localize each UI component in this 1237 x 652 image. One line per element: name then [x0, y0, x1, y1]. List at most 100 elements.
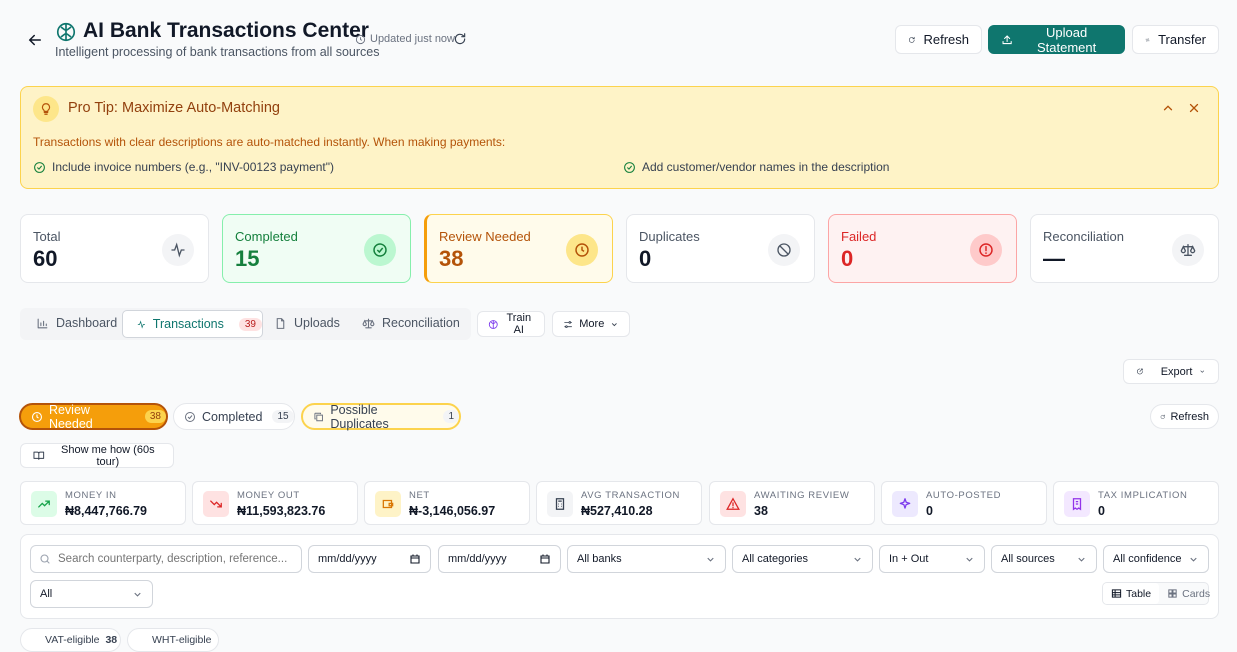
search-field — [30, 545, 302, 573]
metric-auto-posted: Auto-Posted 0 — [881, 481, 1047, 525]
categories-select[interactable]: All categories — [732, 545, 873, 573]
chevron-down-icon — [134, 592, 141, 597]
metric-net: Net ₦-3,146,056.97 — [364, 481, 530, 525]
view-table-button[interactable]: Table — [1103, 583, 1160, 604]
export-button[interactable]: Export — [1123, 359, 1219, 384]
status-select[interactable]: All — [30, 580, 153, 608]
stat-card-review-needed[interactable]: Review Needed 38 — [424, 214, 613, 283]
chip-wht-eligible[interactable]: WHT-eligible — [127, 628, 219, 652]
wallet-icon — [375, 491, 401, 517]
close-tip-button[interactable] — [1187, 101, 1201, 115]
transfer-button[interactable]: Transfer — [1132, 25, 1219, 54]
refresh-icon-button[interactable] — [453, 32, 467, 46]
tip-body: Transactions with clear descriptions are… — [33, 135, 506, 149]
stat-card-completed[interactable]: Completed 15 — [222, 214, 411, 283]
metric-awaiting-review: Awaiting Review 38 — [709, 481, 875, 525]
lightbulb-icon — [33, 96, 59, 122]
chevron-down-icon — [707, 557, 714, 562]
stat-card-total[interactable]: Total 60 — [20, 214, 209, 283]
tour-button[interactable]: Show me how (60s tour) — [20, 443, 174, 468]
train-ai-button[interactable]: Train AI — [477, 311, 545, 337]
search-input[interactable] — [58, 553, 288, 565]
upload-icon — [1002, 34, 1012, 44]
receipt-icon — [1064, 491, 1090, 517]
upload-statement-button[interactable]: Upload Statement — [988, 25, 1125, 55]
date-from-input[interactable]: mm/dd/yyyy — [308, 545, 431, 573]
filters-refresh-button[interactable]: Refresh — [1150, 404, 1219, 429]
close-icon — [1189, 103, 1199, 113]
updated-label: Updated just now — [370, 33, 455, 45]
filter-completed[interactable]: Completed 15 — [173, 403, 295, 430]
tab-uploads[interactable]: Uploads — [274, 316, 340, 330]
sliders-icon — [564, 320, 572, 328]
grid-icon — [1168, 589, 1177, 598]
refresh-icon — [1160, 414, 1165, 419]
scale-icon — [362, 318, 375, 328]
metric-money-out: Money Out ₦11,593,823.76 — [192, 481, 358, 525]
tab-transactions[interactable]: Transactions 39 — [122, 310, 263, 338]
arrow-left-icon — [28, 34, 41, 46]
collapse-tip-button[interactable] — [1161, 101, 1175, 115]
clock-icon — [566, 234, 598, 266]
alert-triangle-icon — [720, 491, 746, 517]
more-menu-button[interactable]: More — [552, 311, 630, 337]
chevron-up-icon — [1163, 105, 1173, 111]
tab-dashboard[interactable]: Dashboard — [36, 316, 117, 330]
back-button[interactable] — [26, 31, 44, 49]
trending-up-icon — [31, 491, 57, 517]
chevron-down-icon — [854, 557, 861, 562]
date-to-input[interactable]: mm/dd/yyyy — [438, 545, 561, 573]
chevron-down-icon — [1200, 370, 1205, 373]
book-open-icon — [33, 451, 45, 460]
calendar-icon — [410, 554, 420, 564]
export-icon — [1136, 368, 1143, 375]
check-circle-icon — [34, 161, 45, 173]
banks-select[interactable]: All banks — [567, 545, 726, 573]
stat-card-failed[interactable]: Failed 0 — [828, 214, 1017, 283]
calculator-icon — [547, 491, 573, 517]
chip-vat-eligible[interactable]: VAT-eligible 38 — [20, 628, 121, 652]
review-count-badge: 38 — [144, 410, 166, 423]
calendar-icon — [540, 554, 550, 564]
page-title: AI Bank Transactions Center — [83, 19, 369, 42]
table-icon — [1111, 589, 1122, 598]
completed-count-badge: 15 — [272, 410, 294, 423]
updated-status: Updated just now — [355, 33, 455, 45]
sources-select[interactable]: All sources — [991, 545, 1097, 573]
stat-card-duplicates[interactable]: Duplicates 0 — [626, 214, 815, 283]
tip-title: Pro Tip: Maximize Auto-Matching — [68, 100, 280, 116]
chevron-down-icon — [966, 557, 973, 562]
refresh-icon — [908, 36, 915, 43]
confidence-select[interactable]: All confidence — [1103, 545, 1209, 573]
refresh-button[interactable]: Refresh — [895, 25, 982, 54]
brain-icon — [55, 21, 77, 43]
transactions-count-badge: 39 — [238, 317, 262, 331]
tip-item-1: Include invoice numbers (e.g., "INV-0012… — [33, 160, 334, 174]
scale-icon — [1172, 234, 1204, 266]
copy-icon — [314, 412, 323, 421]
metric-tax-implication: Tax Implication 0 — [1053, 481, 1219, 525]
brain-icon — [488, 319, 498, 329]
duplicates-count-badge: 1 — [443, 410, 459, 423]
check-circle-icon — [364, 234, 396, 266]
check-circle-icon — [185, 411, 195, 422]
tab-reconciliation[interactable]: Reconciliation — [362, 316, 460, 330]
clock-icon — [31, 411, 43, 422]
filter-possible-duplicates[interactable]: Possible Duplicates 1 — [301, 403, 461, 431]
page-subtitle: Intelligent processing of bank transacti… — [55, 45, 380, 59]
view-toggle: Table Cards — [1102, 582, 1210, 605]
metric-avg-transaction: Avg Transaction ₦527,410.28 — [536, 481, 702, 525]
refresh-icon — [454, 33, 466, 45]
filter-review-needed[interactable]: Review Needed 38 — [19, 403, 168, 431]
file-icon — [276, 317, 285, 329]
check-circle-icon — [624, 161, 635, 173]
activity-icon — [137, 319, 146, 329]
alert-circle-icon — [970, 234, 1002, 266]
ban-icon — [768, 234, 800, 266]
activity-icon — [162, 234, 194, 266]
clock-icon — [355, 34, 366, 44]
view-cards-button[interactable]: Cards — [1159, 588, 1218, 600]
sparkles-icon — [892, 491, 918, 517]
direction-select[interactable]: In + Out — [879, 545, 985, 573]
stat-card-reconciliation[interactable]: Reconciliation — — [1030, 214, 1219, 283]
